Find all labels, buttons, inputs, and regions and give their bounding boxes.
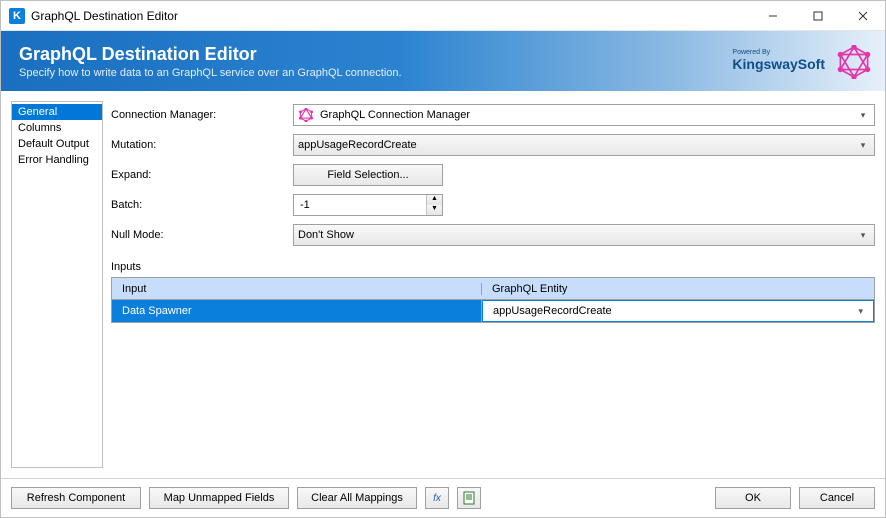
brand-powered-by: Powered By (732, 49, 823, 56)
body-area: General Columns Default Output Error Han… (1, 91, 885, 478)
expand-label: Expand: (111, 169, 293, 181)
mutation-label: Mutation: (111, 139, 293, 151)
inputs-header-entity: GraphQL Entity (482, 283, 874, 295)
sidebar: General Columns Default Output Error Han… (11, 101, 103, 468)
header-title: GraphQL Destination Editor (19, 44, 402, 65)
expression-button[interactable]: fx (425, 487, 449, 509)
mutation-value: appUsageRecordCreate (298, 139, 417, 151)
minimize-button[interactable] (750, 1, 795, 31)
chevron-down-icon: ▾ (858, 306, 863, 317)
chevron-down-icon: ▾ (856, 140, 870, 151)
brand-logo: Powered By KingswaySoft (732, 49, 825, 72)
inputs-header-input: Input (112, 283, 482, 295)
graphql-icon (837, 45, 871, 79)
brand-name: KingswaySoft (732, 56, 825, 72)
close-icon (858, 11, 868, 21)
batch-spinner[interactable]: -1 ▲ ▼ (293, 194, 443, 216)
close-button[interactable] (840, 1, 885, 31)
inputs-row-right-value: appUsageRecordCreate (493, 305, 612, 317)
spinner-down-button[interactable]: ▼ (427, 205, 442, 215)
chevron-down-icon: ▾ (856, 110, 870, 121)
spinner-up-button[interactable]: ▲ (427, 195, 442, 205)
batch-label: Batch: (111, 199, 293, 211)
window: K GraphQL Destination Editor GraphQL Des… (0, 0, 886, 518)
footer: Refresh Component Map Unmapped Fields Cl… (1, 478, 885, 517)
minimize-icon (768, 11, 778, 21)
fx-icon: fx (433, 493, 441, 504)
header-band: GraphQL Destination Editor Specify how t… (1, 31, 885, 91)
batch-value: -1 (294, 199, 426, 211)
documentation-button[interactable] (457, 487, 481, 509)
ok-button[interactable]: OK (715, 487, 791, 509)
inputs-row-right-dropdown[interactable]: appUsageRecordCreate ▾ (482, 300, 874, 322)
field-selection-button[interactable]: Field Selection... (293, 164, 443, 186)
cancel-button[interactable]: Cancel (799, 487, 875, 509)
inputs-table: Input GraphQL Entity Data Spawner appUsa… (111, 277, 875, 323)
table-row[interactable]: Data Spawner appUsageRecordCreate ▾ (112, 300, 874, 322)
null-mode-value: Don't Show (298, 229, 354, 241)
connection-manager-label: Connection Manager: (111, 109, 293, 121)
inputs-row-left: Data Spawner (112, 300, 482, 322)
connection-manager-dropdown[interactable]: GraphQL Connection Manager ▾ (293, 104, 875, 126)
document-icon (462, 491, 476, 505)
maximize-icon (813, 11, 823, 21)
main-panel: Connection Manager: GraphQL Connection M… (111, 101, 875, 468)
mutation-dropdown[interactable]: appUsageRecordCreate ▾ (293, 134, 875, 156)
sidebar-item-default-output[interactable]: Default Output (12, 136, 102, 152)
window-title: GraphQL Destination Editor (31, 9, 750, 23)
maximize-button[interactable] (795, 1, 840, 31)
refresh-component-button[interactable]: Refresh Component (11, 487, 141, 509)
map-unmapped-fields-button[interactable]: Map Unmapped Fields (149, 487, 289, 509)
header-subtitle: Specify how to write data to an GraphQL … (19, 67, 402, 79)
null-mode-dropdown[interactable]: Don't Show ▾ (293, 224, 875, 246)
sidebar-item-error-handling[interactable]: Error Handling (12, 152, 102, 168)
chevron-down-icon: ▾ (856, 230, 870, 241)
connection-manager-value: GraphQL Connection Manager (320, 109, 470, 121)
sidebar-item-general[interactable]: General (12, 104, 102, 120)
sidebar-item-columns[interactable]: Columns (12, 120, 102, 136)
clear-all-mappings-button[interactable]: Clear All Mappings (297, 487, 417, 509)
inputs-section-label: Inputs (111, 261, 875, 273)
graphql-small-icon (298, 107, 314, 123)
title-bar: K GraphQL Destination Editor (1, 1, 885, 31)
inputs-table-header: Input GraphQL Entity (112, 278, 874, 300)
null-mode-label: Null Mode: (111, 229, 293, 241)
app-icon: K (9, 8, 25, 24)
